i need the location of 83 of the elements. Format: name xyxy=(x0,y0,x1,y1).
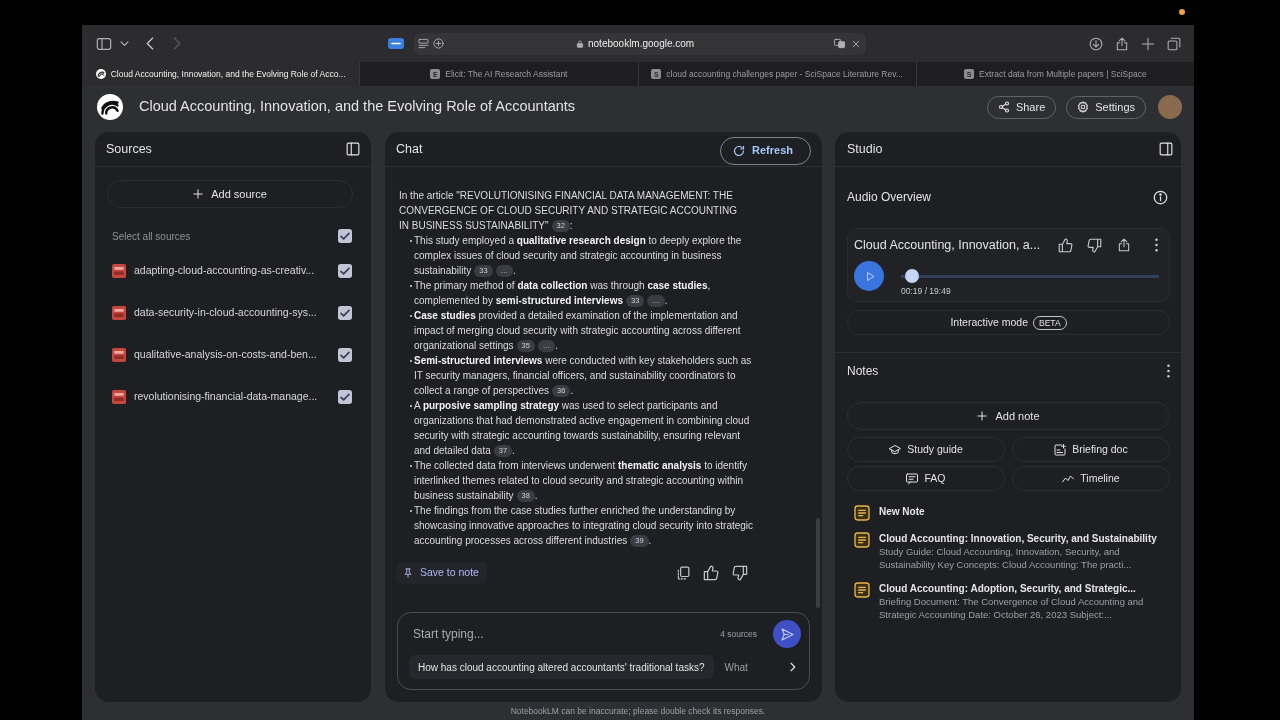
plus-icon[interactable] xyxy=(1141,36,1155,51)
share-icon xyxy=(997,101,1010,113)
browser-tab[interactable]: Cloud Accounting, Innovation, and the Evolving Role of Acco... xyxy=(82,62,360,86)
source-count: 4 sources xyxy=(720,627,757,641)
send-button[interactable] xyxy=(773,620,801,648)
address-bar[interactable]: notebooklm.google.com xyxy=(414,32,866,55)
save-to-note-button[interactable]: Save to note xyxy=(396,562,487,584)
checkbox[interactable] xyxy=(338,229,352,243)
more-icon[interactable] xyxy=(1154,238,1159,252)
document-icon xyxy=(1054,443,1067,456)
note-icon[interactable] xyxy=(854,505,870,521)
share-icon[interactable] xyxy=(1117,238,1131,252)
download-icon[interactable] xyxy=(1089,36,1103,51)
chat-bubble-icon xyxy=(906,472,919,485)
avatar[interactable] xyxy=(1158,95,1182,119)
file-icon xyxy=(112,306,126,320)
suggestion-chip[interactable]: What xyxy=(721,655,751,679)
source-name[interactable]: revolutionising-financial-data-manage... xyxy=(134,389,318,405)
playback-time: 00:19 / 19:49 xyxy=(901,285,952,298)
copy-icon[interactable] xyxy=(676,566,690,580)
sidebar-icon[interactable] xyxy=(96,35,112,52)
panel-title: Studio xyxy=(847,140,883,158)
notebook-title: Cloud Accounting, Innovation, and the Evolving Role of Accountants xyxy=(139,97,576,117)
slider-thumb[interactable] xyxy=(904,269,919,283)
note-title[interactable]: New Note xyxy=(879,505,925,518)
checkbox[interactable] xyxy=(338,264,352,278)
section-heading: Audio Overview xyxy=(847,189,932,206)
file-icon xyxy=(112,264,126,278)
play-icon xyxy=(865,271,875,281)
status-dot-icon xyxy=(1179,9,1185,15)
plus-icon xyxy=(193,189,204,199)
plus-icon xyxy=(977,411,988,421)
info-icon[interactable] xyxy=(1153,189,1168,205)
chat-input-box[interactable]: Start typing... 4 sources How has cloud accounting altered accountants' traditional tasks? What xyxy=(397,612,810,690)
send-icon xyxy=(780,627,794,641)
thumbs-down-icon[interactable] xyxy=(1087,237,1102,253)
thumbs-up-icon[interactable] xyxy=(1058,237,1073,253)
add-circle-icon[interactable] xyxy=(433,38,444,49)
checkbox[interactable] xyxy=(338,390,352,404)
panel-toggle-icon[interactable] xyxy=(346,142,360,156)
app-logo-icon xyxy=(95,69,106,79)
close-icon[interactable] xyxy=(852,39,860,48)
refresh-icon xyxy=(733,144,746,157)
tabs-icon[interactable] xyxy=(1167,36,1181,51)
checkbox[interactable] xyxy=(338,306,352,320)
source-name[interactable]: qualitative-analysis-on-costs-and-ben... xyxy=(134,347,317,363)
note-icon[interactable] xyxy=(854,532,870,548)
section-heading: Notes xyxy=(847,363,879,380)
pin-icon xyxy=(403,567,413,579)
thumbs-down-icon[interactable] xyxy=(732,565,748,581)
share-icon[interactable] xyxy=(1115,36,1129,51)
source-name[interactable]: adapting-cloud-accounting-as-creativ... xyxy=(134,263,315,279)
rows-icon[interactable] xyxy=(418,38,429,49)
suggestion-chip[interactable]: How has cloud accounting altered accountants' traditional tasks? xyxy=(409,655,714,679)
more-icon[interactable] xyxy=(1166,364,1171,378)
lock-icon xyxy=(576,38,584,49)
chat-input-field[interactable]: Start typing... xyxy=(413,619,721,649)
panel-title: Sources xyxy=(106,140,152,158)
rounded-tile-icon[interactable] xyxy=(388,38,404,49)
file-icon xyxy=(112,390,126,404)
address-text: notebooklm.google.com xyxy=(588,37,695,51)
note-icon[interactable] xyxy=(854,582,870,598)
audio-title: Cloud Accounting, Innovation, a... xyxy=(854,236,1041,254)
disclaimer-text: NotebookLM can be inaccurate; please double check its responses. xyxy=(509,704,767,718)
app-logo-icon[interactable] xyxy=(97,94,123,120)
gear-icon xyxy=(1077,101,1090,113)
play-button[interactable] xyxy=(854,261,884,291)
thumbs-up-icon[interactable] xyxy=(703,565,719,581)
note-preview: Study Guide: Cloud Accounting, Innovation, Security, and Sustainability Key Concepts: Cloud Accounting: The practi... xyxy=(879,545,1133,571)
interactive-mode-button[interactable]: Interactive mode BETA xyxy=(847,310,1170,335)
panel-title: Chat xyxy=(396,140,423,158)
checkbox[interactable] xyxy=(338,348,352,362)
file-icon xyxy=(112,348,126,362)
note-title[interactable]: Cloud Accounting: Innovation, Security, and Sustainability xyxy=(879,532,1167,545)
panel-toggle-icon[interactable] xyxy=(1159,142,1173,156)
graduation-cap-icon xyxy=(889,443,902,456)
note-preview: Briefing Document: The Convergence of Cloud Accounting and Strategic Accounting Date: October 26, 2023 Subject:... xyxy=(879,595,1145,621)
chevron-down-icon[interactable] xyxy=(120,39,129,48)
source-name[interactable]: data-security-in-cloud-accounting-sys... xyxy=(134,305,317,321)
overlapping-squares-icon[interactable] xyxy=(833,38,846,49)
chevron-right-icon xyxy=(787,661,797,673)
note-title[interactable]: Cloud Accounting: Adoption, Security, and Strategic... xyxy=(879,582,1167,595)
select-all-label: Select all sources xyxy=(112,229,191,244)
